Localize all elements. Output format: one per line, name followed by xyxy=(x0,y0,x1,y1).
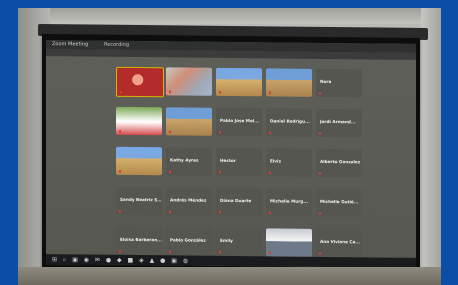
participant-tile[interactable]: Eloisa Barberan... xyxy=(116,226,162,256)
participant-name: Jordi Armand... xyxy=(320,118,356,125)
muted-microphone-icon xyxy=(269,251,271,255)
participant-grid: Nora Pablo Jose Mol... Daniel Rodrigu... Jo… xyxy=(116,66,366,260)
muted-microphone-icon xyxy=(119,129,121,133)
muted-microphone-icon xyxy=(219,170,221,174)
taskbar-icons: ⊞ ⌕ ▣ ◉ ✉ ● ◆ ■ ◈ ▲ ● ▣ ◍ xyxy=(52,256,191,265)
participant-name: Kathy Ayres xyxy=(170,157,199,163)
participant-video-feed xyxy=(216,68,262,96)
participant-tile[interactable]: Hector xyxy=(216,147,262,177)
participant-name: Michelle Gutié... xyxy=(320,198,359,205)
participant-tile[interactable] xyxy=(216,67,262,97)
muted-microphone-icon xyxy=(120,90,122,94)
muted-microphone-icon xyxy=(269,171,271,175)
participant-tile[interactable]: Kathy Ayres xyxy=(166,147,212,176)
participant-tile[interactable] xyxy=(266,68,312,97)
muted-microphone-icon xyxy=(169,210,171,214)
participant-tile[interactable]: Michelle Murg... xyxy=(266,188,312,217)
muted-microphone-icon xyxy=(169,90,171,94)
participant-name: Nora xyxy=(320,78,332,85)
participant-tile[interactable] xyxy=(266,228,312,257)
right-wall xyxy=(421,8,441,285)
muted-microphone-icon xyxy=(219,250,221,254)
participant-name: Elvis xyxy=(270,158,281,164)
participant-video-feed xyxy=(266,228,312,256)
participant-video-feed xyxy=(117,68,163,96)
participant-tile[interactable]: Jordi Armand... xyxy=(316,108,362,138)
participant-name: Hector xyxy=(220,157,236,164)
meeting-room: Zoom Meeting Recording Nora Pablo Jose Mo… xyxy=(18,8,441,285)
participant-tile[interactable]: Pablo González xyxy=(166,227,212,256)
muted-microphone-icon xyxy=(269,211,271,215)
participant-tile[interactable] xyxy=(166,67,212,96)
projection-screen: Zoom Meeting Recording Nora Pablo Jose Mo… xyxy=(42,34,420,276)
muted-microphone-icon xyxy=(169,250,171,254)
muted-microphone-icon xyxy=(319,211,321,215)
muted-microphone-icon xyxy=(219,210,221,214)
muted-microphone-icon xyxy=(119,169,121,173)
participant-tile[interactable]: Alberto Gonzalez xyxy=(316,148,362,178)
participant-name: Pablo González xyxy=(170,237,206,243)
participant-tile[interactable]: Diana Duarte xyxy=(216,187,262,217)
participant-tile[interactable]: Michelle Gutié... xyxy=(316,188,362,218)
muted-microphone-icon xyxy=(119,249,121,253)
muted-microphone-icon xyxy=(219,90,221,94)
participant-name: Michelle Murg... xyxy=(270,198,309,204)
participant-name: Diana Duarte xyxy=(220,197,252,204)
participant-tile[interactable]: Pablo Jose Mol... xyxy=(216,107,262,137)
muted-microphone-icon xyxy=(319,91,321,95)
floor-edge xyxy=(18,267,441,285)
muted-microphone-icon xyxy=(319,251,321,255)
participant-tile[interactable] xyxy=(116,106,162,136)
participant-tile[interactable] xyxy=(166,107,212,136)
muted-microphone-icon xyxy=(319,131,321,135)
participant-video-feed xyxy=(116,147,162,175)
muted-microphone-icon xyxy=(219,130,221,134)
recording-indicator: Recording xyxy=(104,41,130,48)
participant-name: Daniel Rodrigu... xyxy=(270,118,310,124)
muted-microphone-icon xyxy=(119,209,121,213)
photo-frame: Zoom Meeting Recording Nora Pablo Jose Mo… xyxy=(0,0,458,285)
participant-tile[interactable]: Andrés Méndez xyxy=(166,187,212,216)
muted-microphone-icon xyxy=(269,91,271,95)
participant-tile[interactable]: Sandy Beatriz S... xyxy=(116,186,162,216)
participant-video-feed xyxy=(166,67,212,95)
participant-tile[interactable]: Emily xyxy=(216,227,262,257)
participant-tile[interactable] xyxy=(116,66,164,98)
participant-tile[interactable]: Nora xyxy=(316,68,362,98)
participant-video-feed xyxy=(166,107,212,135)
participant-name: Eloisa Barberan... xyxy=(120,236,162,243)
window-title: Zoom Meeting xyxy=(52,41,89,48)
participant-name: Emily xyxy=(220,237,233,244)
participant-video-feed xyxy=(266,68,312,96)
muted-microphone-icon xyxy=(319,171,321,175)
participant-name: Sandy Beatriz S... xyxy=(120,196,162,203)
muted-microphone-icon xyxy=(169,170,171,174)
participant-tile[interactable]: Ana Viviane Ca... xyxy=(316,228,362,258)
participant-tile[interactable]: Daniel Rodrigu... xyxy=(266,108,312,137)
ceiling xyxy=(18,8,441,24)
participant-name: Andrés Méndez xyxy=(170,197,207,203)
participant-name: Pablo Jose Mol... xyxy=(220,117,260,124)
participant-tile[interactable] xyxy=(116,146,162,176)
participant-name: Ana Viviane Ca... xyxy=(320,238,361,245)
participant-name: Alberto Gonzalez xyxy=(320,158,361,165)
participant-video-feed xyxy=(116,107,162,135)
participant-tile[interactable]: Elvis xyxy=(266,148,312,177)
muted-microphone-icon xyxy=(169,130,171,134)
muted-microphone-icon xyxy=(269,131,271,135)
zoom-window: Zoom Meeting Recording Nora Pablo Jose Mo… xyxy=(46,40,416,268)
